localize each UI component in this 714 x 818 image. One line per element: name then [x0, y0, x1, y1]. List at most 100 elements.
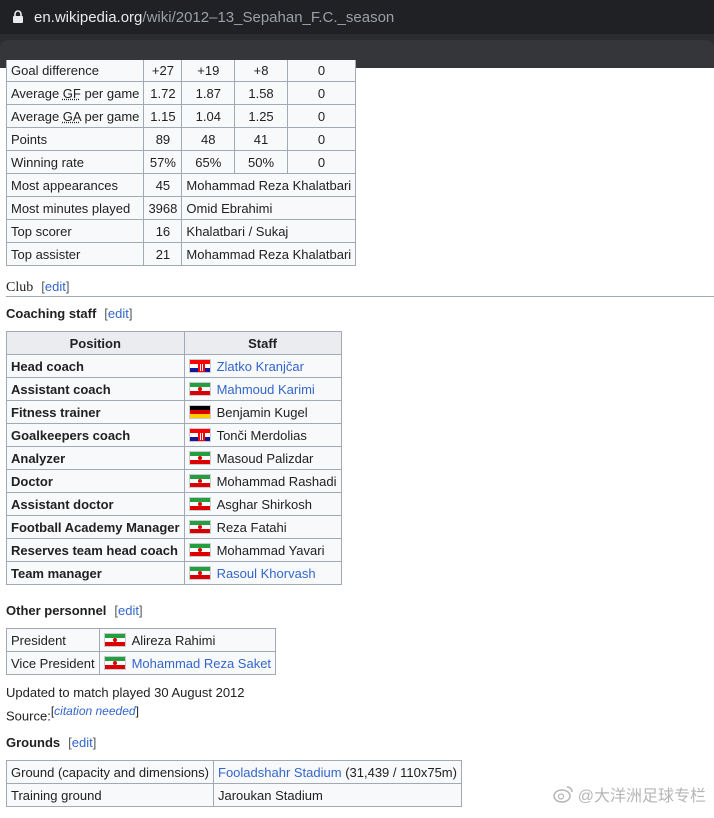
coaching-edit-link[interactable]: edit — [108, 306, 129, 321]
iran-flag-icon[interactable] — [188, 565, 211, 580]
stats-label-pre: Average — [11, 108, 63, 124]
staff-cell: Mahmoud Karimi — [183, 377, 342, 401]
address-bar[interactable]: en.wikipedia.org/wiki/2012–13_Sepahan_F.… — [0, 0, 714, 34]
coaching-row: Team manager Rasoul Khorvash — [6, 561, 342, 585]
role-cell: Vice President — [6, 651, 100, 675]
grounds-edit-link[interactable]: edit — [72, 735, 93, 750]
stats-label-post: per game — [80, 85, 140, 101]
stats-value: 48 — [181, 127, 236, 151]
stadium-link[interactable]: Fooladshahr Stadium — [218, 765, 342, 780]
stats-value: 50% — [234, 150, 288, 174]
stats-label: Average GA per game — [5, 104, 145, 128]
updated-note: Updated to match played 30 August 2012 — [6, 685, 245, 700]
stats-value: 1.72 — [143, 81, 183, 105]
staff-cell: Tonči Merdolias — [183, 423, 342, 447]
coaching-row: Analyzer Masoud Palizdar — [6, 446, 342, 470]
stats-label-post: per game — [80, 108, 140, 124]
stats-player: Mohammad Reza Khalatbari — [181, 173, 357, 197]
stats-value: 21 — [143, 242, 183, 266]
club-edit-link[interactable]: edit — [45, 279, 66, 294]
other-personnel-table: President Alireza Rahimi Vice President Moh… — [6, 628, 277, 675]
stats-value: +19 — [181, 60, 236, 82]
person-cell: Mohammad Reza Saket — [98, 651, 277, 675]
staff-name[interactable]: Zlatko Kranjčar — [217, 359, 304, 374]
other-edit-link[interactable]: edit — [118, 603, 139, 618]
url-path: /wiki/2012–13_Sepahan_F.C._season — [142, 8, 395, 26]
coaching-staff-title: Coaching staff — [6, 306, 97, 321]
staff-cell: Benjamin Kugel — [183, 400, 342, 424]
role-cell: President — [6, 628, 100, 652]
position-cell: Football Academy Manager — [6, 515, 185, 539]
stats-row: Average GA per game 1.15 1.04 1.25 0 — [5, 104, 357, 128]
position-cell: Goalkeepers coach — [6, 423, 185, 447]
stats-row: Winning rate 57% 65% 50% 0 — [5, 150, 357, 174]
citation-needed-link[interactable]: citation needed — [54, 704, 135, 718]
coaching-row: Doctor Mohammad Rashadi — [6, 469, 342, 493]
stats-player: Khalatbari / Sukaj — [181, 219, 357, 243]
position-cell: Head coach — [6, 354, 185, 378]
club-heading: Club — [6, 280, 34, 295]
staff-name[interactable]: Rasoul Khorvash — [217, 566, 316, 581]
iran-flag-icon[interactable] — [188, 473, 211, 488]
iran-flag-icon[interactable] — [103, 632, 126, 647]
position-cell: Doctor — [6, 469, 185, 493]
coaching-staff-heading: Coaching staff [edit] — [6, 306, 133, 321]
staff-cell: Asghar Shirkosh — [183, 492, 342, 516]
stats-value: 65% — [181, 150, 236, 174]
iran-flag-icon[interactable] — [188, 381, 211, 396]
stats-player: Omid Ebrahimi — [181, 196, 357, 220]
croatia-flag-icon[interactable] — [188, 427, 211, 442]
position-cell: Team manager — [6, 561, 185, 585]
person-name[interactable]: Mohammad Reza Saket — [132, 656, 271, 671]
stats-value: 57% — [143, 150, 183, 174]
coaching-row: Fitness trainer Benjamin Kugel — [6, 400, 342, 424]
lock-icon[interactable] — [10, 9, 26, 25]
stats-label-abbr[interactable]: GF — [63, 86, 81, 101]
source-label: Source: — [6, 708, 51, 724]
other-personnel-heading: Other personnel [edit] — [6, 603, 143, 618]
coaching-row: Assistant doctor Asghar Shirkosh — [6, 492, 342, 516]
stats-value: 89 — [143, 127, 183, 151]
stats-value: 1.58 — [234, 81, 288, 105]
staff-name[interactable]: Mahmoud Karimi — [217, 382, 315, 397]
germany-flag-icon[interactable] — [188, 404, 211, 419]
stats-label: Top assister — [5, 242, 145, 266]
stats-row: Average GF per game 1.72 1.87 1.58 0 — [5, 81, 357, 105]
iran-flag-icon[interactable] — [188, 450, 211, 465]
personnel-row: President Alireza Rahimi — [6, 628, 277, 652]
col-position: Position — [6, 331, 185, 355]
stats-value: 3968 — [143, 196, 183, 220]
stats-value: +27 — [143, 60, 183, 82]
iran-flag-icon[interactable] — [188, 496, 211, 511]
staff-cell: Mohammad Rashadi — [183, 469, 342, 493]
section-club: Club [edit] — [6, 279, 70, 295]
grounds-table: Ground (capacity and dimensions) Fooladsh… — [6, 760, 462, 807]
staff-cell: Reza Fatahi — [183, 515, 342, 539]
staff-name: Tonči Merdolias — [216, 427, 307, 443]
personnel-row: Vice President Mohammad Reza Saket — [6, 651, 277, 675]
grounds-value: Jaroukan Stadium — [213, 783, 462, 807]
stats-value: 41 — [234, 127, 288, 151]
source-note: Source:[citation needed] — [6, 704, 139, 724]
staff-cell: Mohammad Yavari — [183, 538, 342, 562]
iran-flag-icon[interactable] — [103, 655, 126, 670]
url-text[interactable]: en.wikipedia.org/wiki/2012–13_Sepahan_F.… — [34, 9, 394, 26]
weibo-icon — [553, 786, 573, 803]
stats-label-abbr[interactable]: GA — [63, 109, 81, 124]
iran-flag-icon[interactable] — [188, 519, 211, 534]
stats-row: Most minutes played 3968 Omid Ebrahimi — [5, 196, 357, 220]
croatia-flag-icon[interactable] — [188, 358, 211, 373]
person-cell: Alireza Rahimi — [98, 628, 277, 652]
stats-label-pre: Average — [11, 85, 63, 101]
stats-value: 1.04 — [181, 104, 236, 128]
coaching-row: Head coach Zlatko Kranjčar — [6, 354, 342, 378]
staff-name: Reza Fatahi — [216, 519, 287, 535]
staff-cell: Rasoul Khorvash — [183, 561, 342, 585]
position-cell: Reserves team head coach — [6, 538, 185, 562]
iran-flag-icon[interactable] — [188, 542, 211, 557]
staff-name: Mohammad Rashadi — [216, 473, 337, 489]
stats-label: Points — [5, 127, 145, 151]
coaching-row: Football Academy Manager Reza Fatahi — [6, 515, 342, 539]
article-content: Goal difference +27 +19 +8 0 Average GF per g… — [0, 60, 714, 818]
divider — [6, 296, 714, 297]
